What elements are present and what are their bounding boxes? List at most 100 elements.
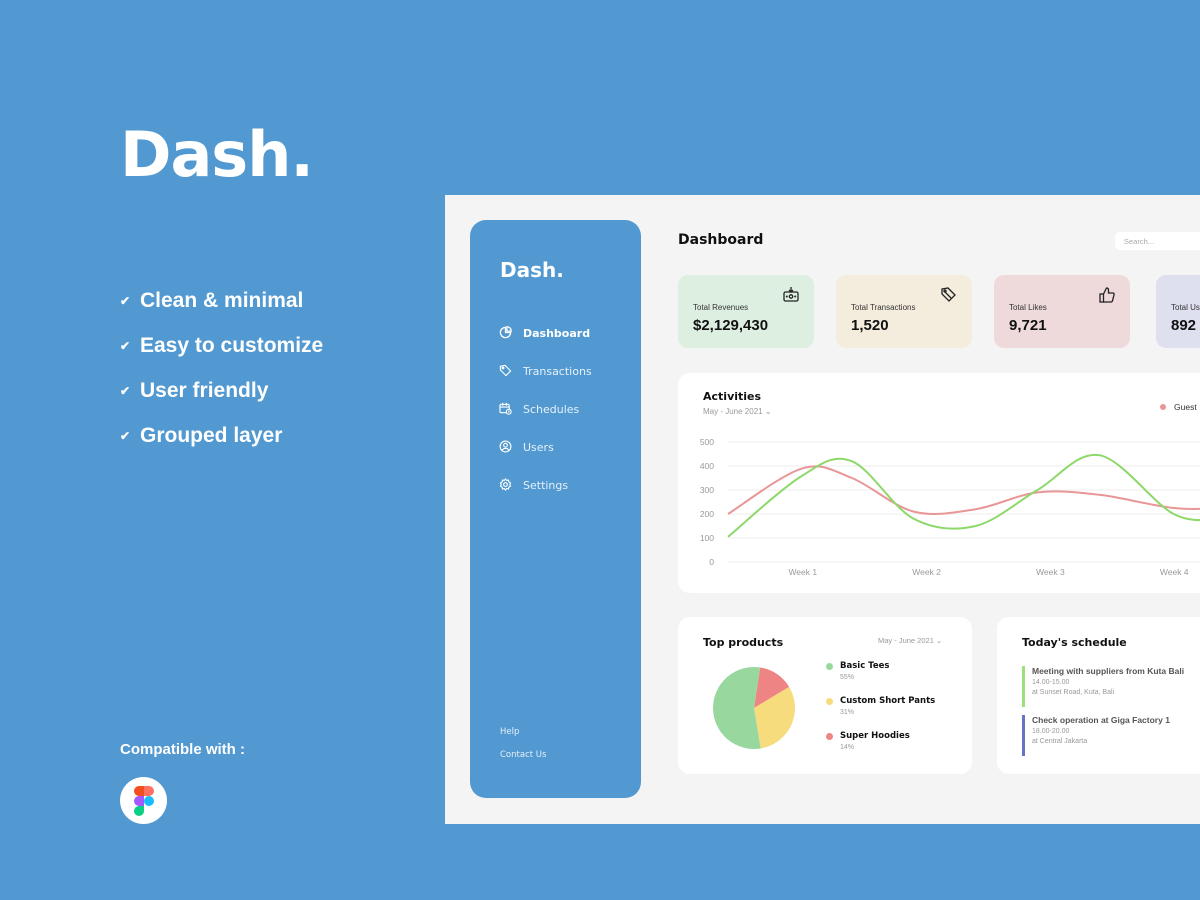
product-name: Super Hoodies [840,731,910,741]
y-tick-label: 400 [700,461,714,471]
schedule-list: Meeting with suppliers from Kuta Bali 14… [1022,664,1184,764]
product-pct: 55% [840,674,855,681]
page-title: Dashboard [678,232,764,248]
tag-icon [941,287,956,302]
range-label: May - June 2021 [878,636,934,645]
sidebar: Dash. Dashboard Transactions Schedules U… [470,220,641,798]
stat-label: Total Transactions [851,303,916,312]
y-tick-label: 200 [700,509,714,519]
hero-title: Dash. [120,118,314,191]
stat-label: Total Revenues [693,303,749,312]
y-tick-label: 100 [700,533,714,543]
sidebar-item-label: Users [523,440,554,454]
sidebar-item-dashboard[interactable]: Dashboard [499,314,592,352]
activities-card: Activities May - June 2021 ⌄ Guest 0 100 2… [678,373,1200,593]
sidebar-item-label: Schedules [523,402,580,416]
stat-value: $2,129,430 [693,317,769,334]
x-tick-label: Week 2 [912,567,941,577]
feature-item: ✔ Easy to customize [120,323,323,368]
event-time: 14.00-15.00 [1032,679,1070,686]
feature-item: ✔ User friendly [120,368,323,413]
feature-item: ✔ Clean & minimal [120,278,323,323]
feature-list: ✔ Clean & minimal ✔ Easy to customize ✔ Use… [120,278,323,458]
sidebar-item-settings[interactable]: Settings [499,466,592,504]
product-pct: 31% [840,709,855,716]
schedule-event[interactable]: Check operation at Giga Factory 1 18.00-… [1022,715,1184,756]
stat-label: Total Us [1171,303,1200,312]
series-line-user [727,453,1200,538]
schedule-event[interactable]: Meeting with suppliers from Kuta Bali 14… [1022,666,1184,707]
check-icon: ✔ [120,293,131,308]
sidebar-item-label: Settings [523,478,569,492]
product-name: Custom Short Pants [840,696,936,706]
legend-dot [826,732,833,740]
figma-badge [120,777,167,824]
feature-label: User friendly [140,378,269,402]
stat-value: 9,721 [1009,317,1047,334]
check-icon: ✔ [120,338,131,353]
feature-label: Easy to customize [140,333,324,357]
y-tick-label: 0 [709,557,714,567]
sidebar-item-schedules[interactable]: Schedules [499,390,592,428]
sidebar-nav: Dashboard Transactions Schedules Users S… [499,314,592,504]
check-icon: ✔ [120,428,131,443]
money-icon [783,287,799,302]
products-range-dropdown[interactable]: May - June 2021 ⌄ [878,636,942,645]
event-title: Meeting with suppliers from Kuta Bali [1032,666,1185,676]
figma-icon [133,785,154,816]
tag-icon [499,364,513,378]
sidebar-logo: Dash. [500,258,564,282]
product-item: Basic Tees 55% [826,661,935,696]
x-tick-label: Week 1 [788,567,817,577]
chevron-down-icon: ⌄ [935,636,943,645]
product-name: Basic Tees [840,661,890,671]
y-tick-label: 300 [700,485,714,495]
legend-dot [826,697,833,705]
top-products-title: Top products [703,636,784,649]
products-legend: Basic Tees 55% Custom Short Pants 31% Su… [826,661,935,766]
x-tick-label: Week 3 [1036,567,1065,577]
gear-icon [499,478,513,492]
search-input[interactable] [1115,232,1200,250]
sidebar-item-transactions[interactable]: Transactions [499,352,592,390]
activities-chart: 0 100 200 300 400 500 Week 1 Week 2 Week 3 Week 4 [700,437,1200,577]
stat-value: 892 [1171,317,1197,334]
sidebar-footer: Help Contact Us [500,727,546,773]
y-tick-label: 500 [700,437,714,447]
feature-item: ✔ Grouped layer [120,413,323,458]
stat-value: 1,520 [851,317,889,334]
pie-slice-basic-tees [713,667,761,749]
legend-dot [826,662,833,670]
schedule-card: Today's schedule Meeting with suppliers … [997,617,1200,774]
product-item: Super Hoodies 14% [826,731,935,766]
stat-card-users: Total Us 892 [1156,275,1200,348]
sidebar-item-label: Dashboard [523,326,591,340]
schedule-title: Today's schedule [1022,636,1127,649]
top-products-card: Top products May - June 2021 ⌄ Basic Tee… [678,617,972,774]
dashboard-preview: Dash. Dashboard Transactions Schedules U… [445,195,1200,824]
stat-label: Total Likes [1009,303,1047,312]
contact-us-link[interactable]: Contact Us [500,750,546,773]
event-time: 18.00-20.00 [1032,728,1070,735]
sidebar-item-users[interactable]: Users [499,428,592,466]
sidebar-item-label: Transactions [523,364,592,378]
x-tick-label: Week 4 [1160,567,1189,577]
feature-label: Grouped layer [140,423,283,447]
help-link[interactable]: Help [500,727,546,750]
pie-chart-icon [499,326,513,340]
feature-label: Clean & minimal [140,288,304,312]
product-item: Custom Short Pants 31% [826,696,935,731]
event-place: at Central Jakarta [1032,738,1088,745]
stat-card-likes: Total Likes 9,721 [994,275,1130,348]
stat-card-revenues: Total Revenues $2,129,430 [678,275,814,348]
check-icon: ✔ [120,383,131,398]
compatible-label: Compatible with : [120,741,245,758]
user-circle-icon [499,440,513,454]
stat-card-transactions: Total Transactions 1,520 [836,275,972,348]
products-pie-chart [713,667,795,749]
calendar-clock-icon [499,402,513,416]
product-pct: 14% [840,744,855,751]
event-place: at Sunset Road, Kuta, Bali [1032,689,1115,696]
thumbs-up-icon [1099,287,1115,303]
event-title: Check operation at Giga Factory 1 [1032,715,1170,725]
